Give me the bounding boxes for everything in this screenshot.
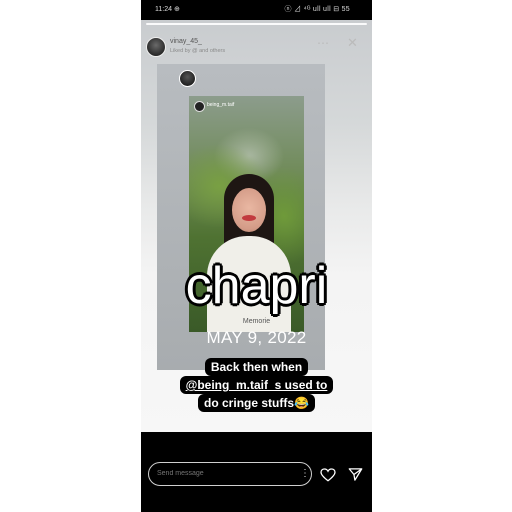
person-lips <box>242 215 256 221</box>
caption-line-1: Back then when <box>204 358 309 376</box>
status-bar: 11:24 ⊕ ⓝ ⊿ ⁴ᴳ ull ull ⊟ 55 <box>141 0 372 20</box>
memory-date: MAY 9, 2022 <box>206 328 307 347</box>
post-avatar <box>194 101 205 112</box>
status-icons: ⓝ ⊿ ⁴ᴳ ull ull ⊟ 55 <box>284 6 350 13</box>
avatar[interactable] <box>146 37 166 57</box>
story-progress-bar <box>146 23 367 25</box>
story-view[interactable]: vinay_45_ Liked by @ and others ⋯ ✕ bein… <box>141 20 372 432</box>
post-username: being_m.taif <box>207 102 235 108</box>
story-username[interactable]: vinay_45_ <box>170 38 202 45</box>
message-more-icon[interactable]: ⋮ <box>300 468 310 479</box>
status-time: 11:24 ⊕ <box>155 6 180 13</box>
send-message-input[interactable] <box>148 462 312 486</box>
person-face <box>232 188 266 232</box>
send-icon[interactable] <box>348 467 363 482</box>
close-icon[interactable]: ✕ <box>347 35 358 51</box>
heart-icon[interactable] <box>320 468 336 482</box>
inner-avatar <box>179 70 196 87</box>
story-subtitle: Liked by @ and others <box>170 48 226 54</box>
caption-text: Back then when @being_m.taif_s used to d… <box>141 358 372 412</box>
more-options-icon[interactable]: ⋯ <box>317 36 329 50</box>
caption-line-2[interactable]: @being_m.taif_s used to <box>179 376 334 394</box>
phone-screen: 11:24 ⊕ ⓝ ⊿ ⁴ᴳ ull ull ⊟ 55 vinay_45_ Li… <box>141 0 372 512</box>
memory-label: Memorie <box>242 318 271 325</box>
sticker-text-chapri: chapri <box>185 257 328 315</box>
caption-line-3: do cringe stuffs😂 <box>198 394 315 412</box>
reply-bar: ⋮ <box>141 432 372 512</box>
